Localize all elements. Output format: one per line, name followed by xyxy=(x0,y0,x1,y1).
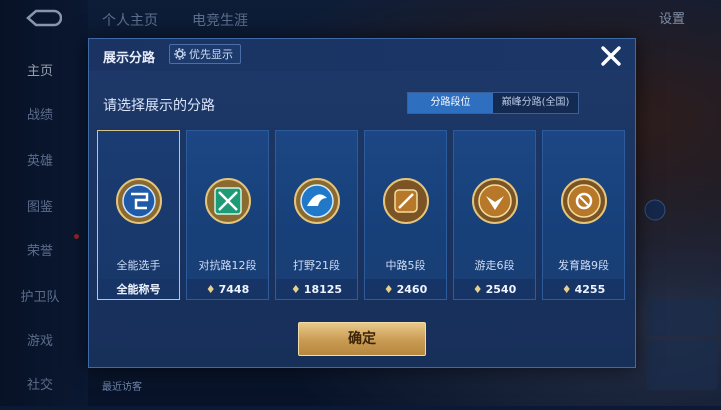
tab-peak-lane[interactable]: 巅峰分路(全国) xyxy=(493,93,578,113)
gear-icon xyxy=(174,48,186,60)
diamond-icon: ♦ xyxy=(383,282,394,296)
card-label: 游走6段 xyxy=(474,259,515,272)
modal-subtitle: 请选择展示的分路 xyxy=(103,98,215,114)
card-value: 18125 xyxy=(303,282,343,296)
lane-card-jungle[interactable]: 打野21段 ♦ 18125 xyxy=(275,130,358,300)
lane-card-mid[interactable]: 中路5段 ♦ 2460 xyxy=(364,130,447,300)
card-value: 全能称号 xyxy=(116,283,161,296)
card-label: 发育路9段 xyxy=(558,259,609,272)
card-label: 对抗路12段 xyxy=(198,259,257,272)
card-value: 7448 xyxy=(218,282,250,296)
roam-emblem-icon xyxy=(472,178,518,224)
card-label: 打野21段 xyxy=(293,259,340,272)
card-value-bar: ♦ 7448 xyxy=(187,279,268,299)
card-value-bar: ♦ 2460 xyxy=(365,279,446,299)
card-value: 2460 xyxy=(396,282,428,296)
card-value-bar: ♦ 18125 xyxy=(276,279,357,299)
priority-display-button[interactable]: 优先显示 xyxy=(169,44,241,64)
clash-lane-emblem-icon xyxy=(205,178,251,224)
lane-card-clash[interactable]: 对抗路12段 ♦ 7448 xyxy=(186,130,269,300)
confirm-button[interactable]: 确定 xyxy=(298,322,426,356)
card-value: 4255 xyxy=(574,282,606,296)
diamond-icon: ♦ xyxy=(205,282,216,296)
modal-title: 展示分路 xyxy=(103,51,156,66)
recent-visitors-label: 最近访客 xyxy=(102,382,142,393)
diamond-icon: ♦ xyxy=(472,282,483,296)
card-label: 中路5段 xyxy=(385,259,426,272)
jungle-emblem-icon xyxy=(294,178,340,224)
card-value-bar: 全能称号 xyxy=(98,279,179,299)
diamond-icon: ♦ xyxy=(561,282,572,296)
diamond-icon: ♦ xyxy=(290,282,301,296)
lane-card-farm[interactable]: 发育路9段 ♦ 4255 xyxy=(542,130,625,300)
card-label: 全能选手 xyxy=(116,259,161,272)
tab-lane-rank[interactable]: 分路段位 xyxy=(408,93,493,113)
priority-display-label: 优先显示 xyxy=(189,48,233,61)
farm-lane-emblem-icon xyxy=(561,178,607,224)
all-round-emblem-icon xyxy=(116,178,162,224)
lane-card-roam[interactable]: 游走6段 ♦ 2540 xyxy=(453,130,536,300)
card-value-bar: ♦ 2540 xyxy=(454,279,535,299)
lane-tabs: 分路段位 巅峰分路(全国) xyxy=(407,92,579,114)
close-icon[interactable] xyxy=(600,45,622,67)
card-value: 2540 xyxy=(485,282,517,296)
mid-lane-emblem-icon xyxy=(383,178,429,224)
card-value-bar: ♦ 4255 xyxy=(543,279,624,299)
lane-card-all-round[interactable]: 全能选手 全能称号 xyxy=(97,130,180,300)
lane-display-modal: 展示分路 优先显示 请选择展示的分路 分路段位 巅峰分路(全国) 全能选手 全能… xyxy=(88,38,636,368)
